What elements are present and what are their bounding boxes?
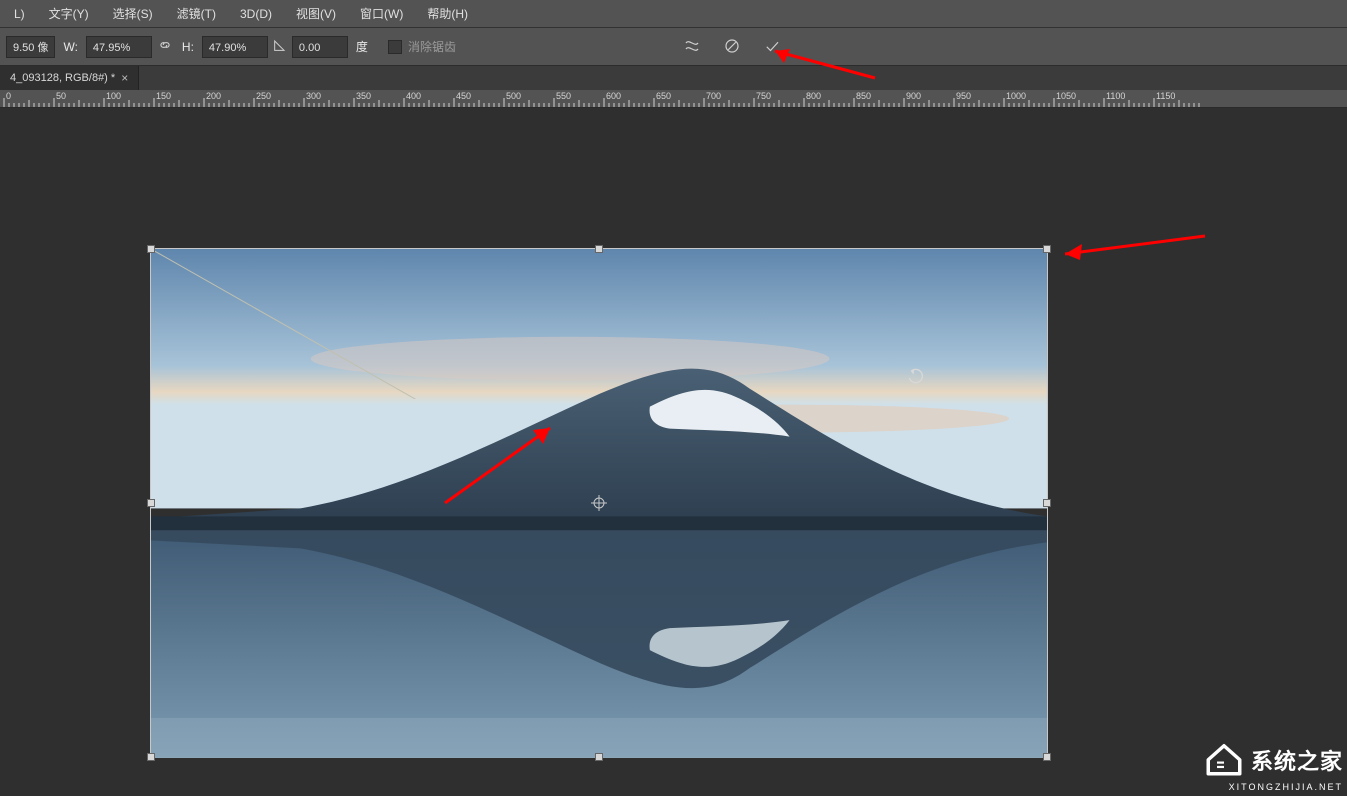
menu-item-help[interactable]: 帮助(H) bbox=[415, 0, 480, 28]
antialias-label: 消除锯齿 bbox=[402, 38, 462, 55]
transform-handle-l[interactable] bbox=[147, 499, 155, 507]
transform-handle-bl[interactable] bbox=[147, 753, 155, 761]
svg-text:750: 750 bbox=[756, 91, 771, 101]
antialias-checkbox[interactable] bbox=[388, 40, 402, 54]
rotate-cursor-icon bbox=[906, 368, 926, 391]
svg-text:1000: 1000 bbox=[1006, 91, 1026, 101]
svg-text:700: 700 bbox=[706, 91, 721, 101]
transform-handle-b[interactable] bbox=[595, 753, 603, 761]
angle-input[interactable]: 0.00 bbox=[292, 36, 348, 58]
svg-text:200: 200 bbox=[206, 91, 221, 101]
menu-item-window[interactable]: 窗口(W) bbox=[348, 0, 415, 28]
svg-text:0: 0 bbox=[6, 91, 11, 101]
angle-icon bbox=[270, 37, 290, 56]
svg-text:950: 950 bbox=[956, 91, 971, 101]
menu-bar: L) 文字(Y) 选择(S) 滤镜(T) 3D(D) 视图(V) 窗口(W) 帮… bbox=[0, 0, 1347, 28]
svg-text:250: 250 bbox=[256, 91, 271, 101]
svg-text:400: 400 bbox=[406, 91, 421, 101]
svg-text:1050: 1050 bbox=[1056, 91, 1076, 101]
svg-text:1150: 1150 bbox=[1156, 91, 1175, 101]
annotation-arrow-corner bbox=[1050, 226, 1210, 266]
transform-bounding-box[interactable] bbox=[150, 248, 1048, 758]
transform-diagonal-2 bbox=[151, 249, 451, 399]
transform-handle-tl[interactable] bbox=[147, 245, 155, 253]
transform-handle-br[interactable] bbox=[1043, 753, 1051, 761]
svg-text:100: 100 bbox=[106, 91, 121, 101]
house-icon bbox=[1203, 737, 1245, 782]
confirm-icon[interactable] bbox=[758, 32, 786, 60]
menu-item-layer[interactable]: L) bbox=[2, 0, 37, 28]
watermark-subtitle: XITONGZHIJIA.NET bbox=[1203, 782, 1343, 792]
transform-handle-tr[interactable] bbox=[1043, 245, 1051, 253]
svg-text:650: 650 bbox=[656, 91, 671, 101]
height-label: H: bbox=[176, 40, 200, 54]
svg-text:800: 800 bbox=[806, 91, 821, 101]
svg-text:900: 900 bbox=[906, 91, 921, 101]
document-tab-label: 4_093128, RGB/8#) * bbox=[10, 66, 115, 90]
width-input[interactable]: 47.95% bbox=[86, 36, 152, 58]
width-label: W: bbox=[57, 40, 83, 54]
height-input[interactable]: 47.90% bbox=[202, 36, 268, 58]
canvas-area[interactable]: 系统之家 XITONGZHIJIA.NET bbox=[0, 108, 1347, 796]
cancel-icon[interactable] bbox=[718, 32, 746, 60]
transform-center-icon[interactable] bbox=[591, 495, 607, 511]
svg-text:150: 150 bbox=[156, 91, 171, 101]
link-icon[interactable] bbox=[154, 38, 176, 55]
svg-text:450: 450 bbox=[456, 91, 471, 101]
watermark: 系统之家 XITONGZHIJIA.NET bbox=[1203, 737, 1343, 792]
transform-action-group bbox=[678, 32, 786, 60]
menu-item-filter[interactable]: 滤镜(T) bbox=[165, 0, 228, 28]
menu-item-select[interactable]: 选择(S) bbox=[101, 0, 165, 28]
svg-text:600: 600 bbox=[606, 91, 621, 101]
svg-text:350: 350 bbox=[356, 91, 371, 101]
document-tab[interactable]: 4_093128, RGB/8#) * × bbox=[0, 66, 139, 90]
svg-text:300: 300 bbox=[306, 91, 321, 101]
menu-item-view[interactable]: 视图(V) bbox=[284, 0, 348, 28]
warp-icon[interactable] bbox=[678, 32, 706, 60]
svg-text:500: 500 bbox=[506, 91, 521, 101]
angle-unit-label: 度 bbox=[350, 38, 374, 55]
transform-options-bar: 9.50 像 W: 47.95% H: 47.90% 0.00 度 消除锯齿 bbox=[0, 28, 1347, 66]
watermark-title: 系统之家 bbox=[1251, 744, 1343, 776]
horizontal-ruler: 0 50 100 150 200 250 300 350 400 450 500 550 600 650 7… bbox=[0, 90, 1347, 108]
transform-size-field[interactable]: 9.50 像 bbox=[6, 36, 55, 58]
svg-text:850: 850 bbox=[856, 91, 871, 101]
tab-bar: 4_093128, RGB/8#) * × bbox=[0, 66, 1347, 90]
transform-handle-t[interactable] bbox=[595, 245, 603, 253]
transform-handle-r[interactable] bbox=[1043, 499, 1051, 507]
close-icon[interactable]: × bbox=[121, 66, 128, 90]
svg-text:50: 50 bbox=[56, 91, 66, 101]
menu-item-3d[interactable]: 3D(D) bbox=[228, 0, 284, 28]
svg-text:1100: 1100 bbox=[1106, 91, 1125, 101]
menu-item-type[interactable]: 文字(Y) bbox=[37, 0, 101, 28]
svg-text:550: 550 bbox=[556, 91, 571, 101]
